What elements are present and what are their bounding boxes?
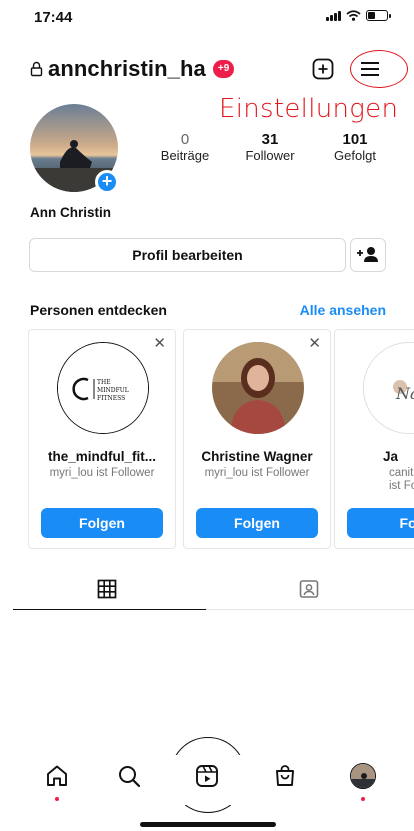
stat-label: Gefolgt (334, 148, 376, 163)
discover-heading: Personen entdecken (30, 302, 167, 318)
discover-people-button[interactable] (350, 238, 386, 272)
profile-tabs (13, 570, 414, 610)
follow-button[interactable]: Folgen (196, 508, 318, 538)
grid-icon (97, 579, 117, 599)
lock-icon (30, 61, 43, 77)
home-indicator-bar (140, 822, 276, 827)
christine-photo (212, 342, 304, 434)
suggestion-subtitle-2: ist Fo (389, 480, 414, 492)
add-story-button[interactable]: + (95, 170, 119, 194)
mindful-logo: THE MINDFUL FITNESS (58, 343, 148, 433)
profile-thumb (351, 764, 375, 788)
search-icon[interactable] (116, 763, 142, 789)
system-icons (326, 10, 391, 21)
suggestion-subtitle: myri_lou ist Follower (204, 467, 310, 479)
dismiss-icon[interactable]: ✕ (308, 336, 321, 352)
svg-text:Nay: Nay (395, 384, 414, 403)
profile-indicator-dot (361, 797, 365, 801)
suggestion-name: the_mindful_fit... (48, 449, 156, 464)
suggestion-subtitle: canit (389, 467, 414, 479)
status-time: 17:44 (34, 9, 73, 26)
svg-text:THE: THE (97, 379, 111, 386)
stat-label: Follower (245, 148, 295, 163)
svg-text:FITNESS: FITNESS (97, 395, 125, 402)
annotation-label: Einstellungen (219, 94, 399, 124)
add-post-icon[interactable] (311, 57, 335, 81)
suggestion-card[interactable]: ✕ THE MINDFUL FITNESS the_mindful_fit...… (28, 329, 176, 549)
account-switcher[interactable]: annchristin_ha +9 (30, 56, 235, 82)
follow-button[interactable]: Folgen (41, 508, 163, 538)
annotation-circle (350, 50, 408, 88)
display-name: Ann Christin (30, 205, 111, 220)
stat-count: 31 (261, 131, 279, 148)
stat-followers[interactable]: 31 Follower (235, 131, 305, 164)
notification-badge: +9 (212, 60, 235, 78)
shop-icon[interactable] (272, 763, 298, 789)
dismiss-icon[interactable]: ✕ (153, 336, 166, 352)
bottom-nav (0, 755, 414, 805)
suggestion-card[interactable]: ✕ Christine Wagner myri_lou ist Follower… (183, 329, 331, 549)
suggestion-name: Ja (383, 449, 399, 464)
home-indicator-dot (55, 797, 59, 801)
edit-profile-button[interactable]: Profil bearbeiten (29, 238, 346, 272)
suggestion-avatar[interactable] (212, 342, 304, 434)
stat-posts[interactable]: 0 Beiträge (150, 131, 220, 164)
add-person-icon (357, 247, 378, 262)
suggestion-card[interactable]: Nay Ja canit ist Fo Fo (334, 329, 414, 549)
suggestion-avatar[interactable]: THE MINDFUL FITNESS (57, 342, 149, 434)
reels-icon[interactable] (194, 763, 220, 789)
tagged-icon (299, 580, 319, 598)
stat-count: 101 (342, 131, 368, 148)
wifi-icon (346, 10, 361, 21)
tab-tagged[interactable] (206, 570, 414, 610)
home-icon[interactable] (44, 763, 70, 789)
signal-icon (326, 10, 341, 21)
nay-logo: Nay (364, 343, 414, 433)
suggestion-subtitle: myri_lou ist Follower (49, 467, 155, 479)
svg-text:MINDFUL: MINDFUL (97, 387, 129, 394)
username: annchristin_ha (48, 56, 206, 81)
stat-count: 0 (180, 131, 190, 148)
battery-icon (366, 10, 391, 21)
suggestion-avatar[interactable]: Nay (363, 342, 414, 434)
profile-stats: 0 Beiträge 31 Follower 101 Gefolgt (150, 131, 390, 164)
status-bar: 17:44 (0, 0, 414, 36)
follow-button[interactable]: Fo (347, 508, 414, 538)
stat-label: Beiträge (160, 148, 210, 163)
see-all-link[interactable]: Alle ansehen (300, 302, 386, 318)
profile-avatar-tab[interactable] (350, 763, 376, 789)
stat-following[interactable]: 101 Gefolgt (320, 131, 390, 164)
suggestion-carousel[interactable]: ✕ THE MINDFUL FITNESS the_mindful_fit...… (28, 329, 414, 551)
tab-posts-grid[interactable] (13, 570, 206, 610)
suggestion-name: Christine Wagner (201, 449, 313, 464)
